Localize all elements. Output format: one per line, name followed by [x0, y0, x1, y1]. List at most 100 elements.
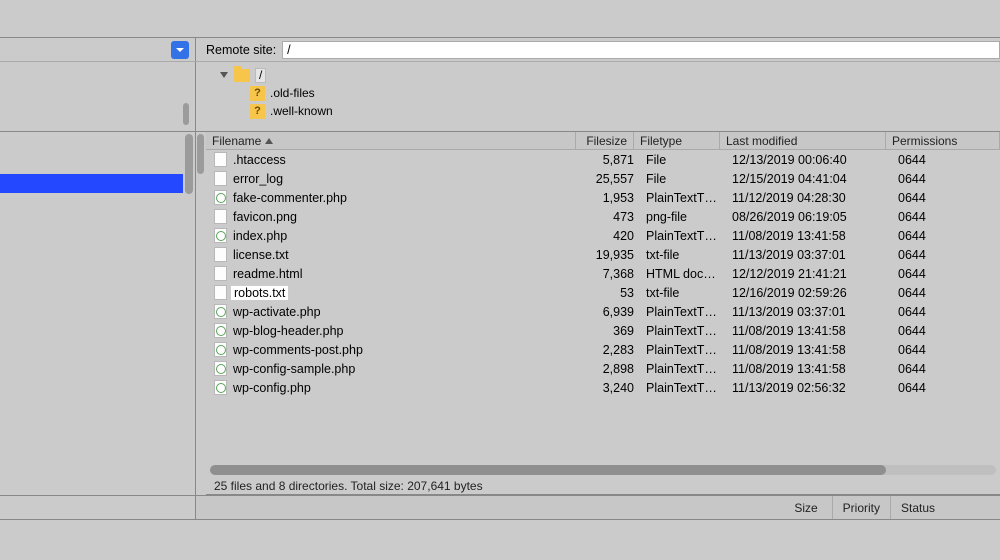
- file-size: 53: [582, 286, 640, 300]
- file-name: .htaccess: [233, 153, 286, 167]
- chevron-down-icon: [175, 45, 185, 55]
- file-type: PlainTextT…: [640, 343, 726, 357]
- history-dropdown-button[interactable]: [171, 41, 189, 59]
- remote-scroll-thumb[interactable]: [197, 134, 204, 174]
- file-permissions: 0644: [892, 172, 1000, 186]
- file-row[interactable]: wp-comments-post.php2,283PlainTextT…11/0…: [212, 340, 1000, 359]
- file-name: wp-comments-post.php: [233, 343, 363, 357]
- header-permissions[interactable]: Permissions: [886, 132, 1000, 149]
- file-name: index.php: [233, 229, 287, 243]
- queue-header-row: Size Priority Status: [0, 496, 1000, 520]
- file-type: txt-file: [640, 286, 726, 300]
- queue-col-status[interactable]: Status: [890, 496, 960, 519]
- file-row[interactable]: wp-blog-header.php369PlainTextT…11/08/20…: [212, 321, 1000, 340]
- php-file-icon: [214, 228, 227, 243]
- hscroll-track: [210, 465, 996, 475]
- queue-left-spacer: [0, 496, 196, 519]
- file-modified: 11/12/2019 04:28:30: [726, 191, 892, 205]
- file-icon: [214, 171, 227, 186]
- file-size: 7,368: [582, 267, 640, 281]
- header-modified[interactable]: Last modified: [720, 132, 886, 149]
- php-file-icon: [214, 380, 227, 395]
- php-file-icon: [214, 342, 227, 357]
- file-row[interactable]: readme.html7,368HTML doc…12/12/2019 21:4…: [212, 264, 1000, 283]
- file-row[interactable]: license.txt19,935txt-file11/13/2019 03:3…: [212, 245, 1000, 264]
- file-size: 5,871: [582, 153, 640, 167]
- file-modified: 11/08/2019 13:41:58: [726, 229, 892, 243]
- remote-file-rows[interactable]: .htaccess5,871File12/13/2019 00:06:40064…: [206, 150, 1000, 463]
- file-permissions: 0644: [892, 286, 1000, 300]
- file-name: error_log: [233, 172, 283, 186]
- local-scrollbar[interactable]: [185, 134, 193, 493]
- file-permissions: 0644: [892, 191, 1000, 205]
- php-file-icon: [214, 361, 227, 376]
- local-tree-scrollbar[interactable]: [183, 103, 189, 125]
- file-row[interactable]: wp-config.php3,240PlainTextT…11/13/2019 …: [212, 378, 1000, 397]
- php-file-icon: [214, 323, 227, 338]
- remote-path-input[interactable]: [282, 41, 1000, 59]
- horizontal-scrollbar[interactable]: [206, 463, 1000, 477]
- tree-root[interactable]: /: [206, 66, 990, 84]
- file-permissions: 0644: [892, 362, 1000, 376]
- file-permissions: 0644: [892, 324, 1000, 338]
- remote-tree[interactable]: / ? .old-files ? .well-known: [196, 62, 1000, 131]
- unknown-folder-icon: ?: [250, 86, 265, 101]
- unknown-folder-icon: ?: [250, 104, 265, 119]
- file-row[interactable]: .htaccess5,871File12/13/2019 00:06:40064…: [212, 150, 1000, 169]
- file-row[interactable]: fake-commenter.php1,953PlainTextT…11/12/…: [212, 188, 1000, 207]
- file-permissions: 0644: [892, 343, 1000, 357]
- local-file-list[interactable]: [0, 132, 196, 495]
- file-modified: 12/12/2019 21:41:21: [726, 267, 892, 281]
- file-row[interactable]: wp-activate.php6,939PlainTextT…11/13/201…: [212, 302, 1000, 321]
- file-row[interactable]: favicon.png473png-file08/26/2019 06:19:0…: [212, 207, 1000, 226]
- file-size: 19,935: [582, 248, 640, 262]
- file-type: PlainTextT…: [640, 381, 726, 395]
- file-type: PlainTextT…: [640, 229, 726, 243]
- file-name: fake-commenter.php: [233, 191, 347, 205]
- file-size: 6,939: [582, 305, 640, 319]
- file-row[interactable]: robots.txt53txt-file12/16/2019 02:59:260…: [212, 283, 1000, 302]
- tree-item[interactable]: ? .old-files: [206, 84, 990, 102]
- tree-root-label: /: [255, 68, 266, 83]
- file-size: 2,898: [582, 362, 640, 376]
- file-icon: [214, 266, 227, 281]
- queue-columns: Size Priority Status: [196, 496, 1000, 519]
- file-name: wp-blog-header.php: [233, 324, 344, 338]
- file-size: 2,283: [582, 343, 640, 357]
- tree-item[interactable]: ? .well-known: [206, 102, 990, 120]
- file-size: 369: [582, 324, 640, 338]
- header-permissions-label: Permissions: [892, 134, 957, 148]
- file-modified: 11/08/2019 13:41:58: [726, 362, 892, 376]
- queue-body[interactable]: [0, 520, 1000, 560]
- remote-list-scrollbar[interactable]: [196, 132, 206, 495]
- file-name: robots.txt: [230, 285, 289, 301]
- file-icon: [214, 285, 227, 300]
- file-modified: 12/13/2019 00:06:40: [726, 153, 892, 167]
- queue-col-priority[interactable]: Priority: [832, 496, 890, 519]
- queue-col-size[interactable]: Size: [784, 496, 831, 519]
- file-type: File: [640, 172, 726, 186]
- file-size: 1,953: [582, 191, 640, 205]
- header-modified-label: Last modified: [726, 134, 797, 148]
- file-type: PlainTextT…: [640, 305, 726, 319]
- file-permissions: 0644: [892, 153, 1000, 167]
- file-row[interactable]: wp-config-sample.php2,898PlainTextT…11/0…: [212, 359, 1000, 378]
- local-selected-row[interactable]: [0, 174, 183, 193]
- header-filesize[interactable]: Filesize: [576, 132, 634, 149]
- disclosure-triangle-icon[interactable]: [220, 72, 228, 78]
- hscroll-thumb[interactable]: [210, 465, 886, 475]
- file-type: PlainTextT…: [640, 362, 726, 376]
- file-name: readme.html: [233, 267, 302, 281]
- file-permissions: 0644: [892, 381, 1000, 395]
- file-name: wp-config.php: [233, 381, 311, 395]
- remote-status-line: 25 files and 8 directories. Total size: …: [206, 477, 1000, 495]
- header-filename[interactable]: Filename: [206, 132, 576, 149]
- tree-item-label: .well-known: [270, 104, 333, 118]
- file-row[interactable]: index.php420PlainTextT…11/08/2019 13:41:…: [212, 226, 1000, 245]
- file-name: favicon.png: [233, 210, 297, 224]
- file-size: 473: [582, 210, 640, 224]
- file-row[interactable]: error_log25,557File12/15/2019 04:41:0406…: [212, 169, 1000, 188]
- local-scroll-thumb[interactable]: [185, 134, 193, 194]
- sort-ascending-icon: [265, 138, 273, 144]
- header-filetype[interactable]: Filetype: [634, 132, 720, 149]
